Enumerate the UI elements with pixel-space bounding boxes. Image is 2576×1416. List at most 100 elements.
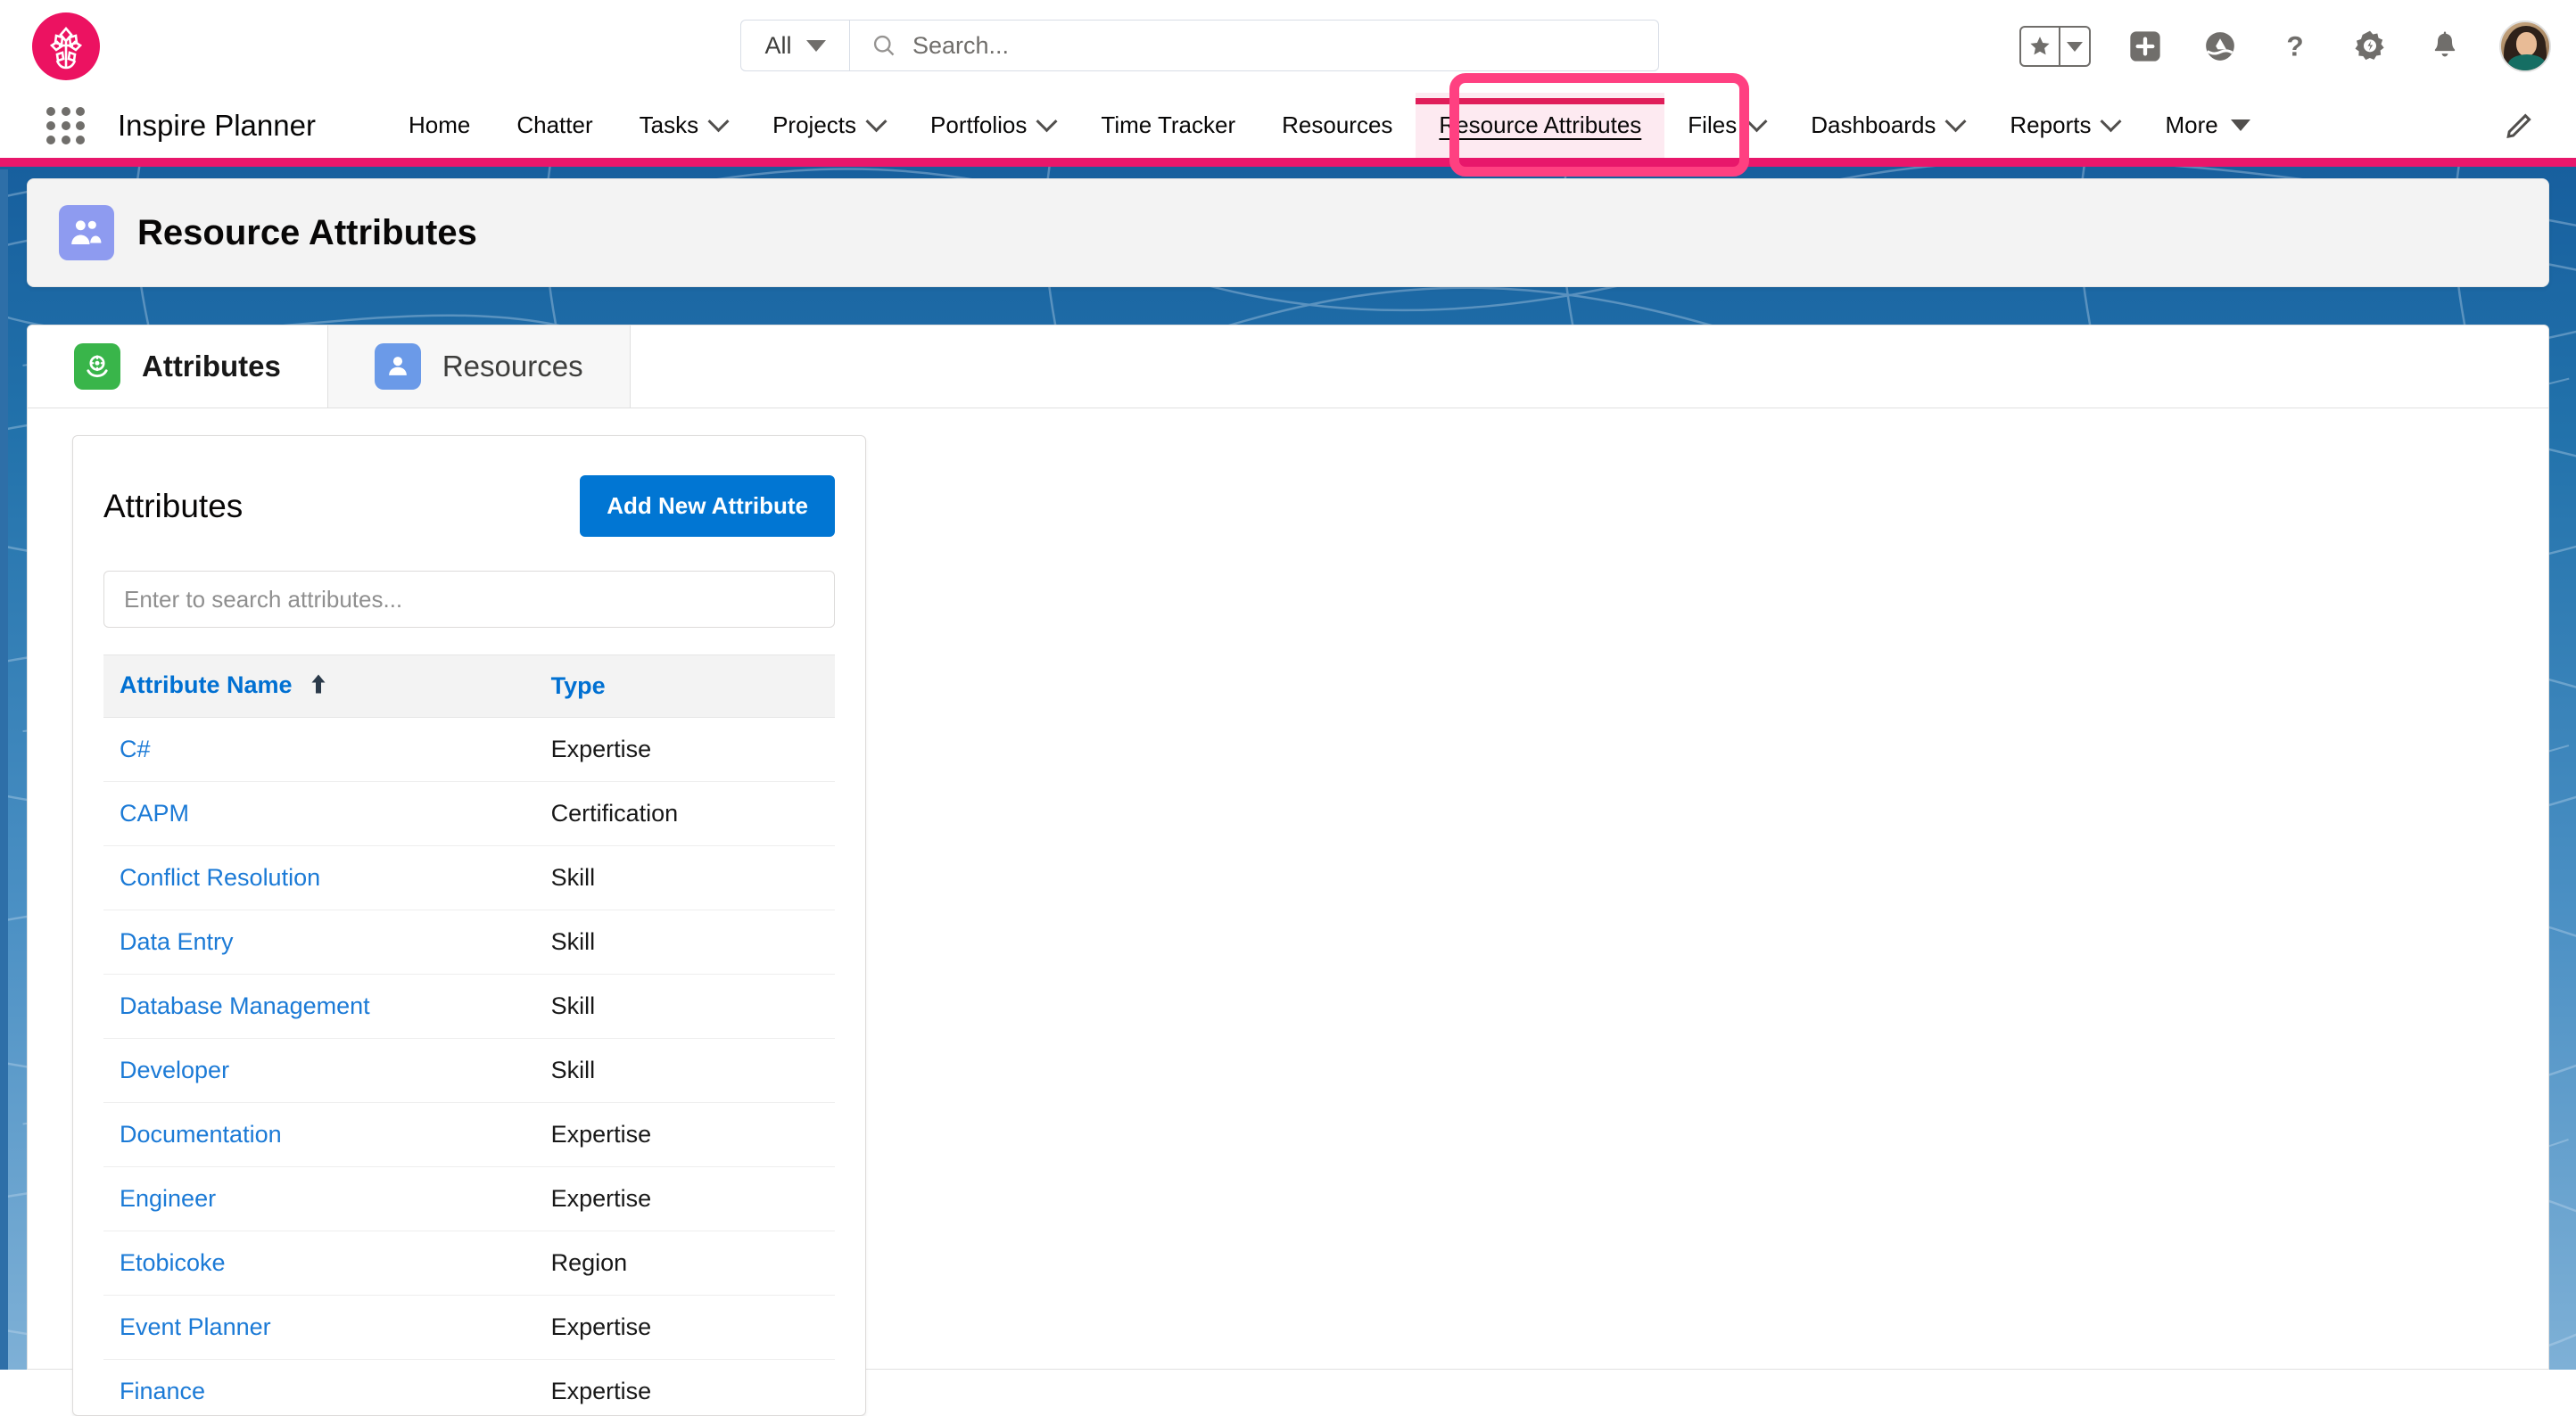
resource-attributes-people-icon	[59, 205, 114, 260]
nav-item-label: Projects	[772, 111, 856, 139]
pencil-edit-icon[interactable]	[2505, 107, 2537, 144]
column-header-type[interactable]: Type	[528, 655, 835, 718]
page-header: Resource Attributes	[27, 178, 2549, 287]
cell-type: Certification	[528, 782, 835, 846]
table-row[interactable]: Engineer Expertise	[103, 1167, 835, 1231]
nav-item-projects[interactable]: Projects	[749, 93, 907, 158]
caret-down-icon[interactable]	[2231, 119, 2250, 131]
add-icon[interactable]	[2125, 26, 2166, 67]
attribute-link[interactable]: Finance	[120, 1378, 205, 1404]
table-row[interactable]: Etobicoke Region	[103, 1231, 835, 1296]
nav-item-resource-attributes[interactable]: Resource Attributes	[1416, 93, 1664, 158]
attributes-card-title: Attributes	[103, 488, 243, 525]
chevron-down-icon[interactable]	[708, 111, 730, 132]
page-scrollbar[interactable]	[0, 169, 8, 1370]
cell-attribute-name: Documentation	[103, 1103, 528, 1167]
nav-item-label: Chatter	[516, 111, 592, 139]
table-row[interactable]: Developer Skill	[103, 1039, 835, 1103]
attribute-link[interactable]: Etobicoke	[120, 1249, 226, 1276]
table-row[interactable]: Conflict Resolution Skill	[103, 846, 835, 910]
chevron-down-icon[interactable]	[1945, 111, 1967, 132]
nav-item-chatter[interactable]: Chatter	[493, 93, 615, 158]
table-row[interactable]: C# Expertise	[103, 718, 835, 782]
cell-type: Expertise	[528, 718, 835, 782]
attribute-link[interactable]: C#	[120, 736, 151, 762]
cell-attribute-name: Event Planner	[103, 1296, 528, 1360]
search-field-wrap[interactable]	[850, 21, 1658, 70]
nav-item-label: Resource Attributes	[1439, 111, 1641, 139]
favorites-caret-down-icon[interactable]	[2059, 28, 2089, 65]
attribute-link[interactable]: Developer	[120, 1057, 229, 1083]
app-name-label: Inspire Planner	[118, 109, 316, 143]
nav-item-dashboards[interactable]: Dashboards	[1788, 93, 1986, 158]
nav-item-label: Dashboards	[1811, 111, 1936, 139]
add-new-attribute-button[interactable]: Add New Attribute	[580, 475, 835, 537]
attributes-badge-icon	[74, 343, 120, 390]
cell-attribute-name: Conflict Resolution	[103, 846, 528, 910]
column-header-attribute-name[interactable]: Attribute Name	[103, 655, 528, 718]
chevron-down-icon[interactable]	[2101, 111, 2122, 132]
search-icon	[871, 33, 896, 58]
app-launcher-grid-icon[interactable]	[46, 107, 86, 144]
tab-strip: Attributes Resources	[27, 325, 2549, 408]
tab-content-panel: Attributes Add New Attribute Attribute N…	[27, 408, 2549, 1370]
attribute-link[interactable]: Engineer	[120, 1185, 216, 1212]
table-row[interactable]: Event Planner Expertise	[103, 1296, 835, 1360]
favorites-star-icon[interactable]	[2021, 28, 2059, 65]
help-icon[interactable]: ?	[2275, 26, 2316, 67]
nav-item-reports[interactable]: Reports	[1986, 93, 2142, 158]
nav-item-list: Home Chatter Tasks Projects Portfolios T…	[385, 93, 2274, 158]
favorites-button-group[interactable]	[2019, 26, 2091, 67]
nav-item-tasks[interactable]: Tasks	[616, 93, 749, 158]
resources-person-icon	[375, 343, 421, 390]
table-header-row: Attribute Name Type	[103, 655, 835, 718]
nav-item-more[interactable]: More	[2142, 93, 2273, 158]
svg-text:?: ?	[2286, 30, 2303, 62]
chevron-down-icon[interactable]	[865, 111, 887, 132]
attribute-link[interactable]: Event Planner	[120, 1313, 271, 1340]
trailhead-icon[interactable]	[2200, 26, 2241, 67]
attribute-link[interactable]: Database Management	[120, 992, 370, 1019]
nav-item-label: More	[2165, 111, 2217, 139]
cell-attribute-name: CAPM	[103, 782, 528, 846]
cell-type: Skill	[528, 1039, 835, 1103]
table-row[interactable]: Data Entry Skill	[103, 910, 835, 975]
app-logo[interactable]	[32, 12, 100, 80]
table-row[interactable]: CAPM Certification	[103, 782, 835, 846]
attribute-link[interactable]: CAPM	[120, 800, 189, 827]
table-row[interactable]: Finance Expertise	[103, 1360, 835, 1416]
nav-bottom-accent-bar	[0, 158, 2576, 167]
attributes-card-header: Attributes Add New Attribute	[103, 436, 835, 537]
nav-item-files[interactable]: Files	[1664, 93, 1788, 158]
table-row[interactable]: Documentation Expertise	[103, 1103, 835, 1167]
nav-item-time-tracker[interactable]: Time Tracker	[1077, 93, 1259, 158]
nav-item-resources[interactable]: Resources	[1259, 93, 1416, 158]
nav-item-label: Tasks	[640, 111, 698, 139]
tab-resources[interactable]: Resources	[328, 325, 631, 408]
chevron-down-icon[interactable]	[1746, 111, 1768, 132]
attribute-link[interactable]: Conflict Resolution	[120, 864, 320, 891]
tab-attributes[interactable]: Attributes	[28, 325, 328, 408]
search-scope-label: All	[764, 32, 791, 60]
user-avatar[interactable]	[2499, 21, 2551, 72]
attribute-link[interactable]: Documentation	[120, 1121, 282, 1148]
nav-item-label: Resources	[1282, 111, 1392, 139]
attribute-link[interactable]: Data Entry	[120, 928, 234, 955]
notifications-bell-icon[interactable]	[2424, 26, 2465, 67]
attributes-search-input[interactable]	[103, 571, 835, 628]
cell-attribute-name: Engineer	[103, 1167, 528, 1231]
search-scope-selector[interactable]: All	[741, 21, 850, 70]
chevron-down-icon[interactable]	[1036, 111, 1058, 132]
caret-down-icon	[806, 40, 826, 52]
cell-type: Skill	[528, 846, 835, 910]
cell-type: Expertise	[528, 1103, 835, 1167]
nav-item-home[interactable]: Home	[385, 93, 493, 158]
caret-down-glyph	[2067, 42, 2083, 52]
setup-gear-icon[interactable]	[2349, 26, 2390, 67]
nav-item-portfolios[interactable]: Portfolios	[907, 93, 1077, 158]
avatar-body	[2508, 54, 2546, 72]
search-input[interactable]	[912, 32, 1637, 60]
table-row[interactable]: Database Management Skill	[103, 975, 835, 1039]
tab-label: Resources	[442, 350, 583, 383]
global-search[interactable]: All	[740, 20, 1659, 71]
